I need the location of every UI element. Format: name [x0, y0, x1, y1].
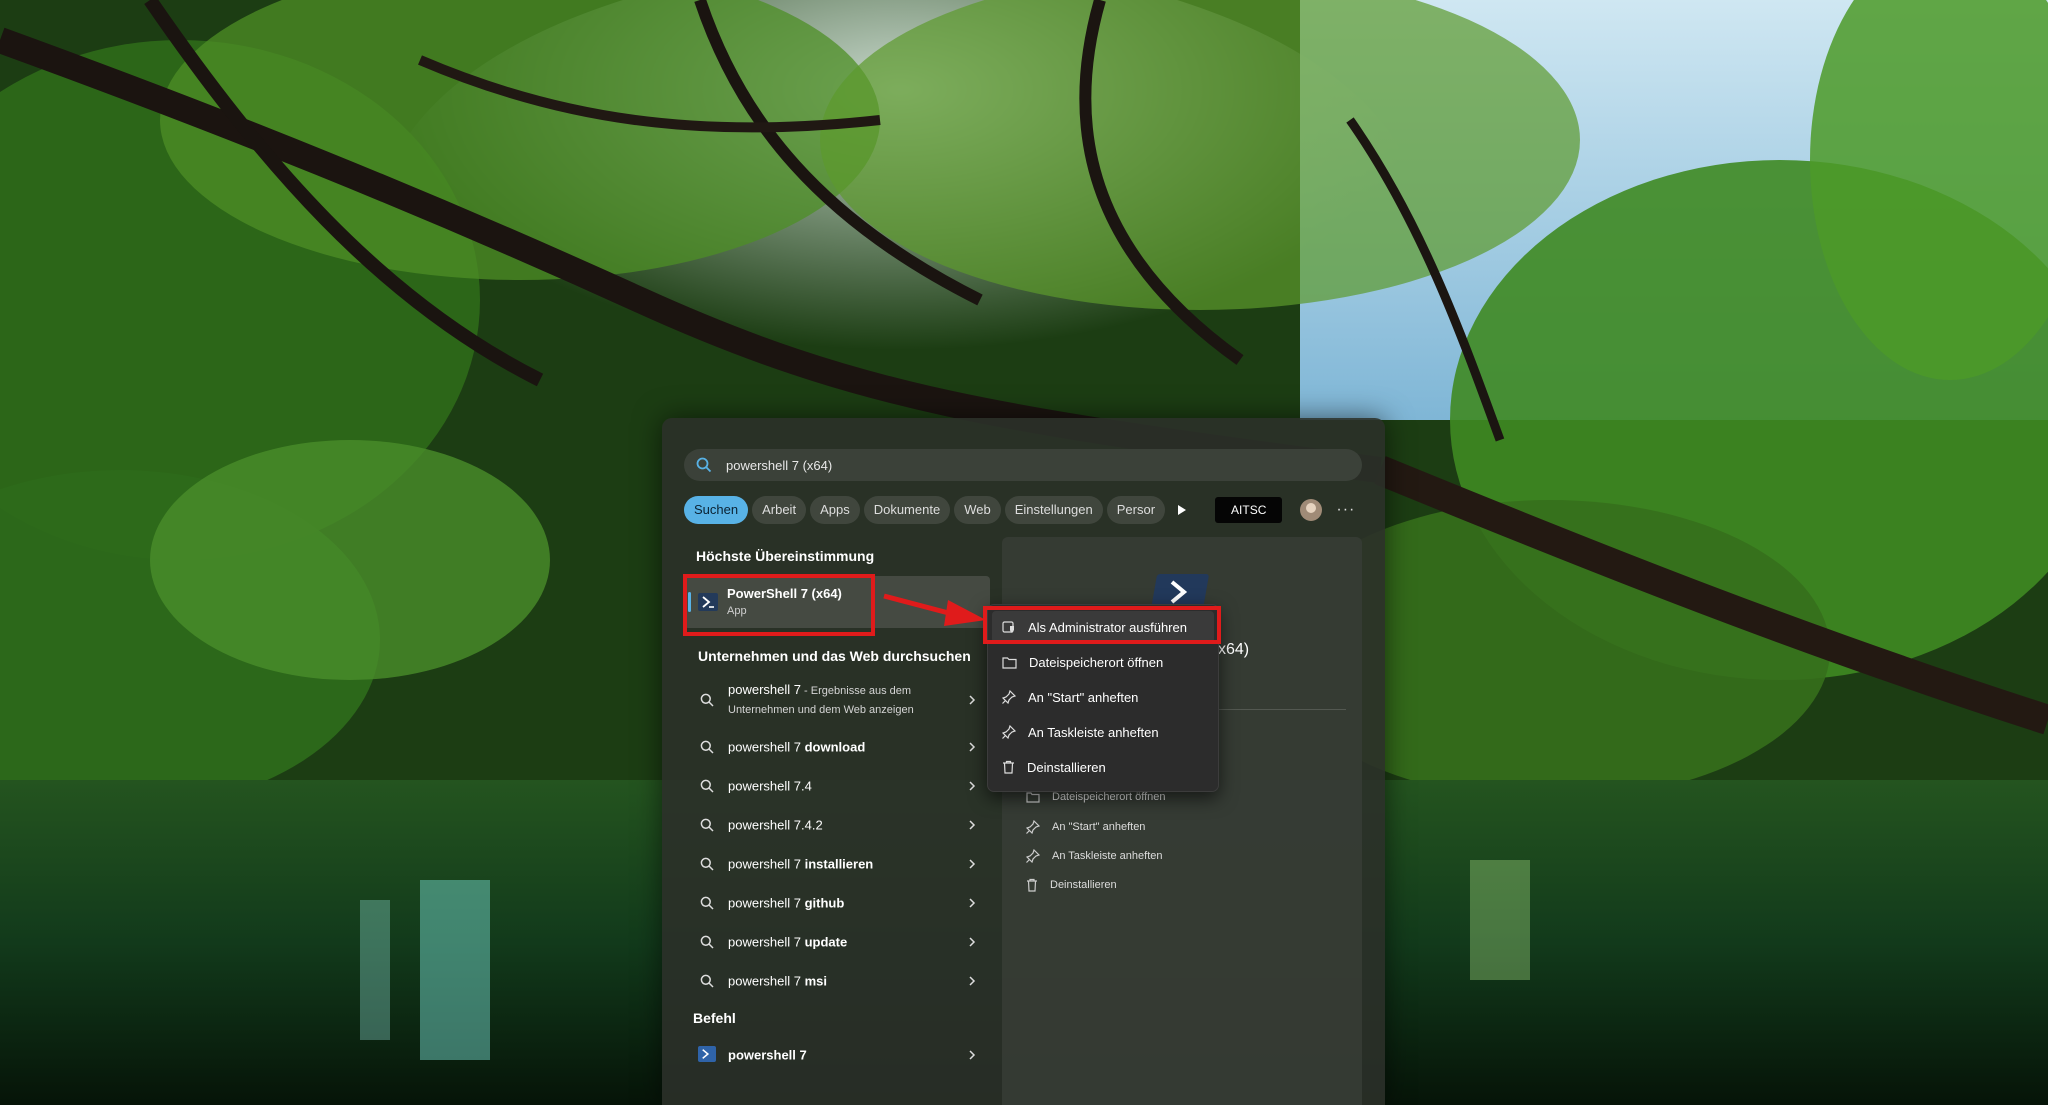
search-icon: [700, 896, 714, 910]
detail-action-label: Deinstallieren: [1050, 879, 1117, 891]
detail-action-pin-start[interactable]: An "Start" anheften: [1026, 820, 1145, 834]
suggestion-bold: download: [804, 739, 866, 755]
web-result-term: powershell 7: [728, 682, 801, 697]
list-item[interactable]: powershell 7 - Ergebnisse aus dem Untern…: [684, 677, 990, 723]
best-match-heading: Höchste Übereinstimmung: [696, 548, 875, 564]
search-icon: [700, 935, 714, 949]
search-query-text: powershell 7 (x64): [726, 457, 833, 473]
list-item[interactable]: powershell 7.4.2: [684, 806, 990, 844]
chevron-right-icon: [969, 781, 976, 791]
search-icon: [700, 740, 714, 754]
suggestion-bold: update: [804, 934, 848, 950]
folder-icon: [1002, 656, 1017, 669]
list-item[interactable]: powershell 7 download: [684, 728, 990, 766]
list-item[interactable]: powershell 7 github: [684, 884, 990, 922]
annotation-arrow-icon: [883, 593, 986, 626]
menu-item-label: An Taskleiste anheften: [1028, 724, 1159, 740]
list-item[interactable]: powershell 7.4: [684, 767, 990, 805]
command-name: powershell 7: [728, 1047, 807, 1063]
annotation-highlight-best-match: [683, 574, 875, 636]
filter-tabs: Suchen Arbeit Apps Dokumente Web Einstel…: [684, 495, 1355, 525]
menu-item-pin-to-taskbar[interactable]: An Taskleiste anheften: [992, 716, 1214, 748]
command-heading: Befehl: [693, 1010, 736, 1026]
suggestion-prefix: powershell 7: [728, 739, 805, 755]
more-options-button[interactable]: ···: [1336, 501, 1355, 519]
search-icon: [696, 457, 712, 473]
organization-badge[interactable]: AITSC: [1215, 497, 1283, 523]
detail-action-uninstall[interactable]: Deinstallieren: [1026, 878, 1117, 892]
detail-action-open-location[interactable]: Dateispeicherort öffnen: [1026, 791, 1166, 803]
chevron-right-icon: [969, 1050, 976, 1060]
menu-item-uninstall[interactable]: Deinstallieren: [992, 751, 1214, 783]
avatar[interactable]: [1300, 499, 1323, 521]
menu-item-pin-to-start[interactable]: An "Start" anheften: [992, 681, 1214, 713]
tab-apps[interactable]: Apps: [810, 496, 860, 524]
list-item[interactable]: powershell 7 update: [684, 923, 990, 961]
tab-web[interactable]: Web: [954, 496, 1001, 524]
menu-item-label: An "Start" anheften: [1028, 689, 1139, 705]
search-icon: [700, 779, 714, 793]
more-tabs-button[interactable]: [1169, 496, 1195, 524]
search-icon: [700, 974, 714, 988]
folder-icon: [1026, 792, 1040, 803]
search-icon: [700, 857, 714, 871]
pin-icon: [1002, 725, 1016, 739]
list-item[interactable]: powershell 7 msi: [684, 962, 990, 1000]
trash-icon: [1003, 760, 1014, 774]
chevron-right-icon: [969, 937, 976, 947]
tab-arbeit[interactable]: Arbeit: [752, 496, 807, 524]
tab-einstellungen[interactable]: Einstellungen: [1004, 496, 1103, 524]
menu-item-label: Dateispeicherort öffnen: [1029, 654, 1164, 670]
chevron-right-icon: [969, 742, 976, 752]
tab-personen[interactable]: Persor: [1106, 496, 1166, 524]
chevron-right-icon: [969, 976, 976, 986]
chevron-right-icon: [969, 695, 976, 705]
command-result[interactable]: powershell 7: [684, 1036, 990, 1074]
annotation-highlight-run-as-admin: [983, 606, 1221, 644]
powershell-icon: [698, 1046, 716, 1062]
suggestion-bold: msi: [804, 973, 828, 989]
suggestion-bold: github: [804, 895, 845, 911]
chevron-right-icon: [969, 820, 976, 830]
search-icon: [700, 693, 714, 707]
suggestion-prefix: powershell 7: [728, 973, 805, 989]
detail-action-pin-taskbar[interactable]: An Taskleiste anheften: [1026, 849, 1162, 863]
suggestion-bold: installieren: [804, 856, 874, 872]
detail-action-label: Dateispeicherort öffnen: [1052, 791, 1166, 803]
search-input[interactable]: powershell 7 (x64): [684, 449, 1362, 481]
trash-icon: [1027, 878, 1037, 892]
pin-icon: [1002, 690, 1016, 704]
web-result-subtext: Unternehmen und dem Web anzeigen: [728, 704, 914, 716]
tab-dokumente[interactable]: Dokumente: [863, 496, 951, 524]
detail-app-title: x64): [1218, 641, 1250, 658]
suggestion-prefix: powershell 7.4: [728, 778, 812, 794]
list-item[interactable]: powershell 7 installieren: [684, 845, 990, 883]
menu-item-label: Deinstallieren: [1027, 759, 1106, 775]
search-icon: [700, 818, 714, 832]
pin-icon: [1026, 849, 1040, 863]
suggestion-prefix: powershell 7: [728, 934, 805, 950]
chevron-right-icon: [969, 859, 976, 869]
suggestion-prefix: powershell 7.4.2: [728, 817, 823, 833]
web-result-suffix: - Ergebnisse aus dem: [801, 685, 912, 697]
menu-item-open-file-location[interactable]: Dateispeicherort öffnen: [992, 646, 1214, 678]
tab-suchen[interactable]: Suchen: [684, 496, 749, 524]
chevron-right-icon: [969, 898, 976, 908]
play-icon: [1178, 505, 1187, 515]
pin-icon: [1026, 820, 1040, 834]
detail-action-label: An Taskleiste anheften: [1052, 850, 1163, 862]
detail-action-label: An "Start" anheften: [1052, 821, 1146, 833]
suggestion-prefix: powershell 7: [728, 895, 805, 911]
web-search-heading: Unternehmen und das Web durchsuchen: [698, 648, 971, 664]
suggestion-prefix: powershell 7: [728, 856, 805, 872]
